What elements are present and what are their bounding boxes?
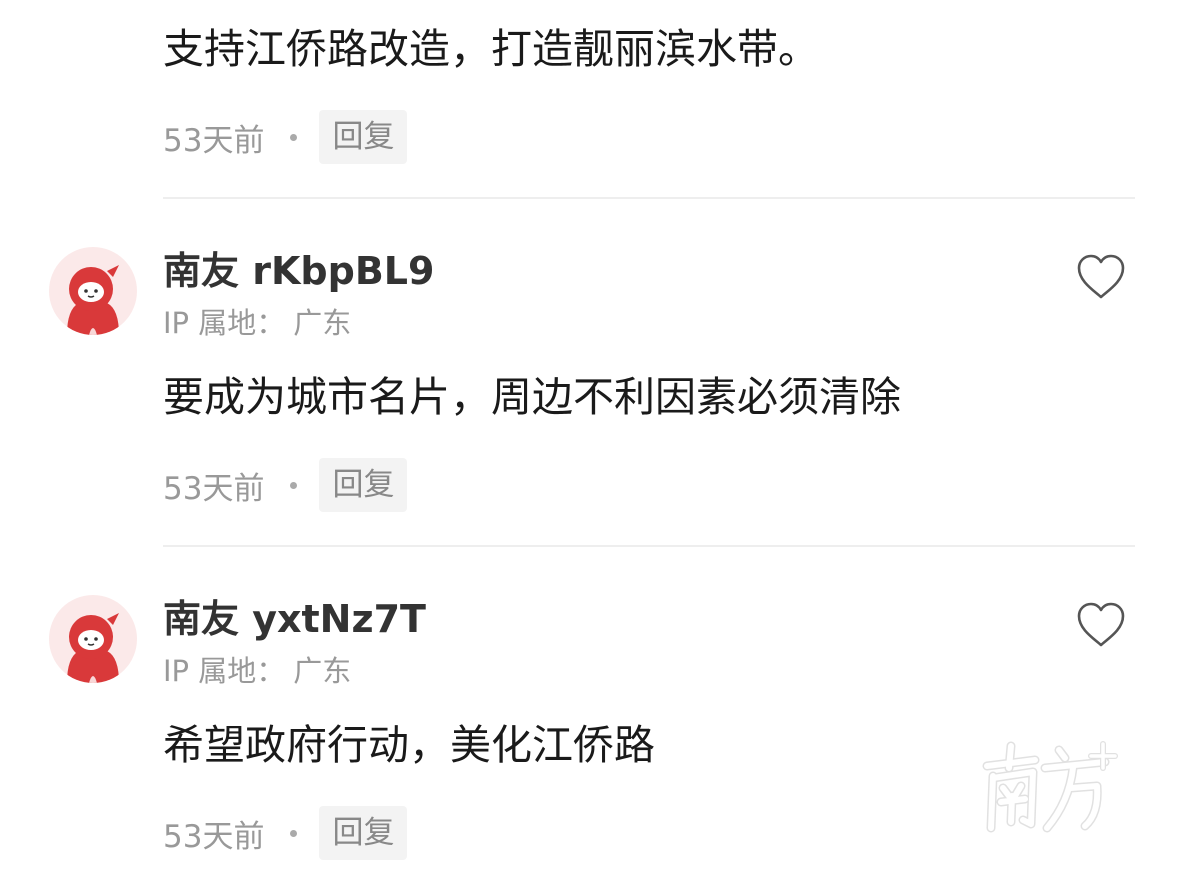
separator-dot xyxy=(290,481,298,489)
heart-outline-icon xyxy=(1077,254,1125,299)
comment-meta: 53天前 回复 xyxy=(163,110,408,164)
avatar[interactable] xyxy=(49,595,137,683)
comment-time: 53天前 xyxy=(163,818,265,855)
ip-value: 广东 xyxy=(293,654,352,688)
ip-label: IP 属地： xyxy=(163,306,286,340)
ip-label: IP 属地： xyxy=(163,654,286,688)
ip-value: 广东 xyxy=(293,306,352,340)
divider xyxy=(163,545,1135,547)
like-button[interactable] xyxy=(1075,601,1127,649)
comment-meta: 53天前 回复 xyxy=(163,458,408,512)
separator-dot xyxy=(290,829,298,837)
mascot-avatar-icon xyxy=(67,613,119,683)
username[interactable]: 南友 yxtNz7T xyxy=(163,596,426,642)
mascot-avatar-icon xyxy=(67,265,119,335)
username[interactable]: 南友 rKbpBL9 xyxy=(163,248,434,294)
comment-text: 希望政府行动，美化江侨路 xyxy=(163,721,655,769)
comment-time: 53天前 xyxy=(163,470,265,507)
heart-outline-icon xyxy=(1077,602,1125,647)
ip-location: IP 属地： 广东 xyxy=(163,653,351,689)
comment-text: 要成为城市名片，周边不利因素必须清除 xyxy=(163,373,901,421)
separator-dot xyxy=(290,133,298,141)
comment-meta: 53天前 回复 xyxy=(163,806,408,860)
like-button[interactable] xyxy=(1075,253,1127,301)
ip-location: IP 属地： 广东 xyxy=(163,305,351,341)
reply-button[interactable]: 回复 xyxy=(319,806,408,860)
comment-list: 支持江侨路改造，打造靓丽滨水带。 53天前 回复 南友 rKbpBL9 IP 属… xyxy=(0,0,1179,888)
divider xyxy=(163,197,1135,199)
avatar[interactable] xyxy=(49,247,137,335)
nanfang-plus-logo-icon xyxy=(982,741,1118,833)
comment-time: 53天前 xyxy=(163,122,265,159)
reply-button[interactable]: 回复 xyxy=(319,458,408,512)
reply-button[interactable]: 回复 xyxy=(319,110,408,164)
watermark-logo xyxy=(975,736,1125,836)
comment-text: 支持江侨路改造，打造靓丽滨水带。 xyxy=(163,25,819,73)
